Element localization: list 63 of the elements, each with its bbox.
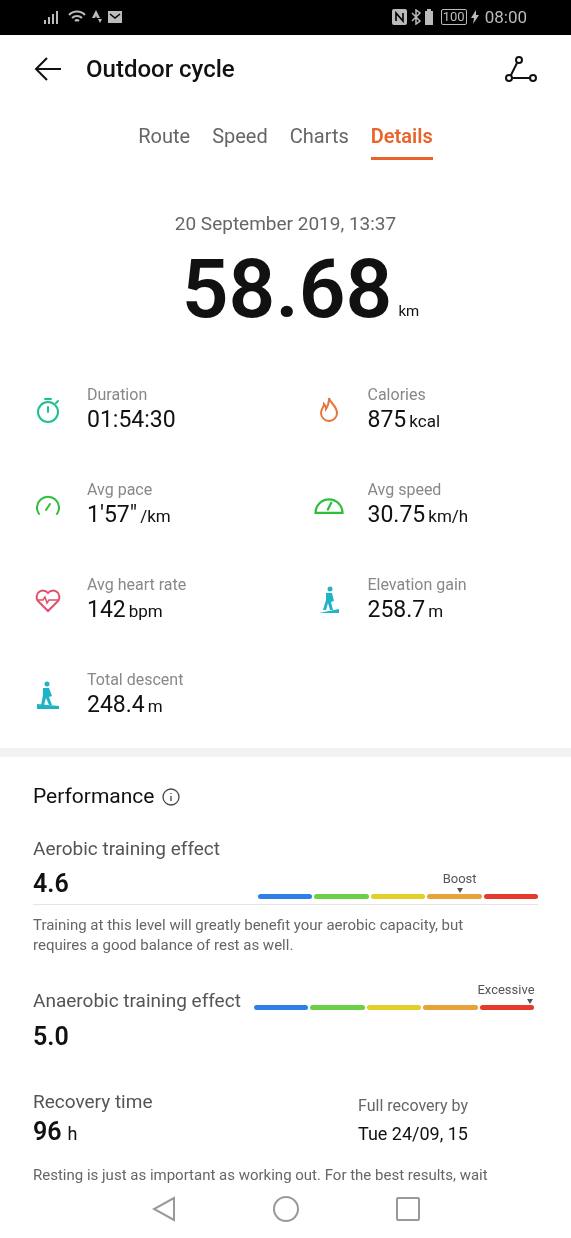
- battery-level: 100: [440, 9, 467, 26]
- tab[interactable]: Route: [138, 120, 191, 160]
- metric-unit: m: [147, 694, 163, 718]
- charging-icon: [470, 10, 479, 25]
- tab[interactable]: Details: [370, 120, 433, 160]
- wifi-icon: [68, 10, 86, 25]
- distance-value: 58.68: [181, 246, 393, 333]
- page-title: Outdoor cycle: [86, 53, 236, 85]
- back-nav-button[interactable]: [151, 1196, 176, 1223]
- recents-button[interactable]: [395, 1197, 420, 1222]
- metric-label: Recovery time: [33, 1088, 153, 1115]
- scale-label: Excessive: [477, 982, 535, 999]
- metric-label: Calories: [367, 384, 427, 405]
- metric-value: 1'57": [87, 499, 138, 530]
- metric-unit: km/h: [428, 504, 469, 528]
- metric-unit: kcal: [409, 409, 440, 433]
- speedometer-icon: [313, 495, 344, 514]
- metric-label: Avg speed: [367, 479, 443, 500]
- metric-label: Total descent: [87, 669, 184, 690]
- metric-value: 258.7: [367, 594, 426, 625]
- metric-label: Elevation gain: [367, 574, 467, 595]
- metric-label: Aerobic training effect: [33, 835, 222, 862]
- scale-label: Boost: [442, 871, 477, 888]
- back-button[interactable]: [34, 56, 62, 81]
- home-button[interactable]: [271, 1195, 300, 1224]
- metric-value: 875: [367, 404, 407, 435]
- battery-icon: [424, 9, 433, 26]
- route-icon: [505, 55, 537, 82]
- metric-value: 01:54:30: [87, 404, 176, 435]
- metric-label: Duration: [87, 384, 149, 405]
- effect-value: 5.0: [33, 1021, 70, 1052]
- recovery-value: 96: [33, 1116, 62, 1149]
- recents-square-icon: [395, 1197, 420, 1222]
- metric-unit: bpm: [128, 599, 163, 623]
- recovery-unit: h: [67, 1122, 78, 1147]
- metric-label: Full recovery by: [358, 1094, 470, 1117]
- info-icon: [162, 787, 181, 806]
- recovery-date: Tue 24/09, 15: [358, 1121, 469, 1146]
- metric-unit: m: [428, 599, 444, 623]
- back-arrow-icon: [34, 56, 62, 81]
- metric-value: 248.4: [87, 689, 145, 720]
- metric-label: Avg pace: [87, 479, 154, 500]
- recovery-note: Resting is just as important as working out. For the best results, wait: [33, 1165, 489, 1187]
- clock: 08:00: [484, 5, 527, 29]
- metric-label: Anaerobic training effect: [33, 988, 241, 1015]
- section-title: Performance: [33, 783, 155, 811]
- nfc-icon: [391, 9, 407, 26]
- info-button[interactable]: [162, 787, 181, 806]
- tab[interactable]: Speed: [212, 120, 268, 160]
- workout-date: 20 September 2019, 13:37: [173, 210, 398, 237]
- bluetooth-icon: [410, 9, 421, 26]
- metric-value: 30.75: [367, 499, 426, 530]
- metric-unit: /km: [140, 504, 171, 528]
- tab[interactable]: Charts: [289, 120, 349, 160]
- back-triangle-icon: [151, 1196, 176, 1223]
- metric-value: 142: [87, 594, 126, 625]
- distance-unit: km: [398, 300, 420, 322]
- home-circle-icon: [271, 1195, 300, 1224]
- mail-icon: [108, 11, 122, 24]
- effect-value: 4.6: [33, 869, 69, 900]
- route-button[interactable]: [505, 55, 537, 82]
- effect-description: Training at this level will greatly benefit your aerobic capacity, but requires a good balance of rest as well.: [33, 915, 465, 956]
- metric-label: Avg heart rate: [87, 574, 187, 595]
